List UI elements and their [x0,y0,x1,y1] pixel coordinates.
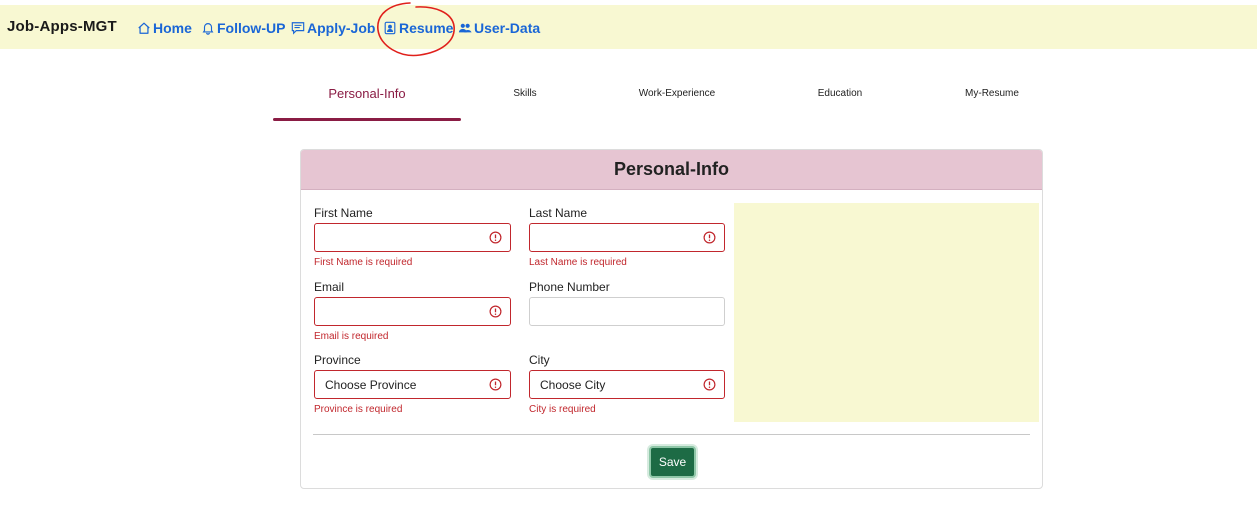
nav-home-link[interactable]: Home [137,20,192,36]
nav-follow-up-link[interactable]: Follow-UP [201,20,285,36]
phone-input[interactable] [529,297,725,326]
error-icon [489,231,502,244]
nav-resume-link[interactable]: Resume [383,20,453,36]
chat-text-icon [291,22,305,35]
side-panel [734,203,1039,422]
city-label: City [529,353,550,367]
tab-skills[interactable]: Skills [475,88,575,99]
error-icon [489,305,502,318]
tab-education[interactable]: Education [790,88,890,99]
active-tab-indicator [273,118,461,121]
tab-personal-info[interactable]: Personal-Info [273,86,461,101]
bell-icon [202,23,214,35]
house-icon [138,22,150,34]
nav-apply-job-link[interactable]: Apply-Job [291,20,375,36]
person-badge-icon [384,21,396,35]
card-header: Personal-Info [301,150,1042,190]
email-error: Email is required [314,331,389,342]
error-icon [489,378,502,391]
last-name-label: Last Name [529,206,588,220]
divider [313,434,1030,435]
card-title: Personal-Info [613,159,729,179]
province-select[interactable]: Choose Province [314,370,511,399]
tab-my-resume[interactable]: My-Resume [942,88,1042,99]
error-icon [703,231,716,244]
save-button[interactable]: Save [649,446,696,478]
top-navbar: Job-Apps-MGT Home Follow-UP Apply-Job Re… [0,5,1257,49]
nav-home-label: Home [153,20,192,36]
nav-resume-label: Resume [399,20,454,36]
city-value: Choose City [540,378,606,392]
personal-info-card: Personal-Info First Name First Name is r… [300,149,1043,489]
brand-title[interactable]: Job-Apps-MGT [7,18,117,35]
province-label: Province [314,353,361,367]
phone-label: Phone Number [529,280,610,294]
province-value: Choose Province [325,378,417,392]
nav-follow-up-label: Follow-UP [217,20,286,36]
nav-user-data-label: User-Data [474,20,541,36]
last-name-error: Last Name is required [529,257,627,268]
first-name-error: First Name is required [314,257,413,268]
people-icon [458,23,472,33]
tab-work-experience[interactable]: Work-Experience [612,88,742,99]
email-input[interactable] [314,297,511,326]
last-name-input[interactable] [529,223,725,252]
nav-user-data-link[interactable]: User-Data [458,20,540,36]
error-icon [703,378,716,391]
city-error: City is required [529,404,596,415]
city-select[interactable]: Choose City [529,370,725,399]
nav-apply-job-label: Apply-Job [307,20,376,36]
email-label: Email [314,280,345,294]
first-name-input[interactable] [314,223,511,252]
province-error: Province is required [314,404,403,415]
first-name-label: First Name [314,206,373,220]
